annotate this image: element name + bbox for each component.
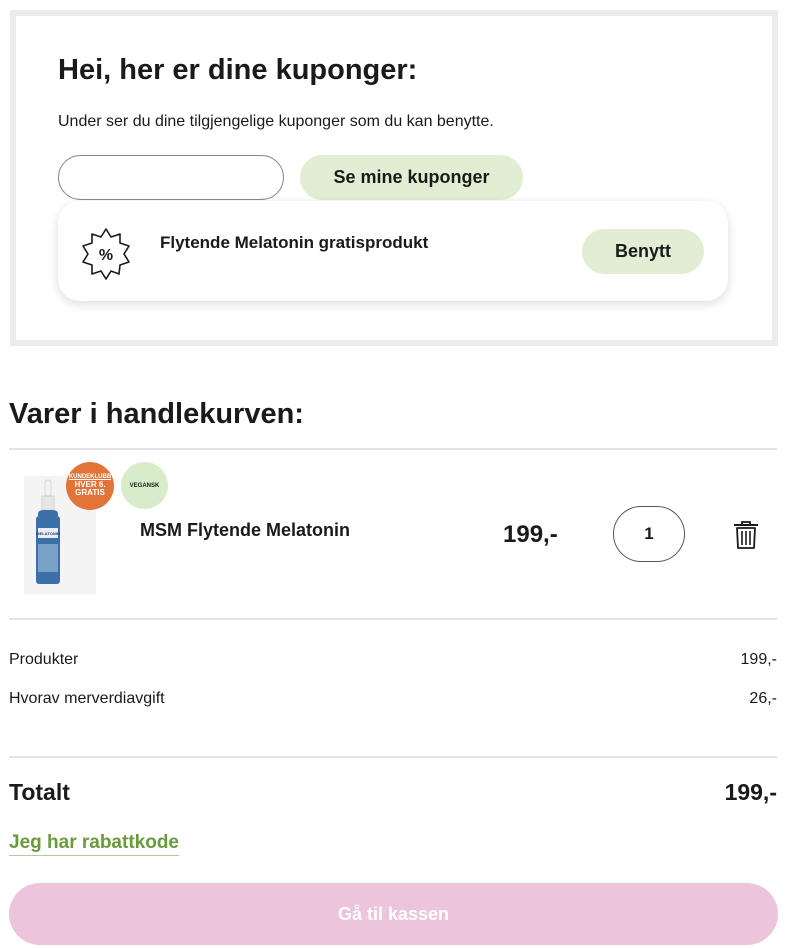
total-value: 199,- [724,779,777,805]
quantity-input[interactable] [613,506,685,562]
coupon-description: Under ser du dine tilgjengelige kuponger… [58,113,494,130]
divider [9,448,777,450]
product-price: 199,- [503,521,558,548]
coupon-section: Hei, her er dine kuponger: Under ser du … [10,10,778,346]
vat-label: Hvorav merverdiavgift [9,690,165,707]
coupon-title: Hei, her er dine kuponger: [58,54,418,86]
checkout-button[interactable]: Gå til kassen [9,883,778,945]
svg-text:MELATONIN: MELATONIN [36,531,60,536]
products-value: 199,- [740,651,777,668]
cart-heading: Varer i handlekurven: [9,398,304,430]
svg-text:%: % [99,247,113,264]
total-label: Totalt [9,779,70,805]
discount-code-link[interactable]: Jeg har rabattkode [9,832,179,856]
club-badge: KUNDEKLUBB HVER 6. GRATIS [66,462,114,510]
percent-badge-icon: % [82,228,130,280]
divider [9,618,777,620]
use-coupon-button[interactable]: Benytt [582,229,704,274]
trash-icon[interactable] [733,520,759,550]
club-badge-line2: GRATIS [75,488,105,498]
divider [9,756,777,758]
product-name[interactable]: MSM Flytende Melatonin [140,520,350,541]
coupon-card: % Flytende Melatonin gratisprodukt Benyt… [58,201,728,301]
products-label: Produkter [9,651,79,668]
vat-value: 26,- [749,690,777,707]
vegan-badge: VEGANSK [121,462,168,509]
show-coupons-button[interactable]: Se mine kuponger [300,155,523,200]
coupon-email-input[interactable] [58,155,284,200]
coupon-name: Flytende Melatonin gratisprodukt [160,233,429,252]
